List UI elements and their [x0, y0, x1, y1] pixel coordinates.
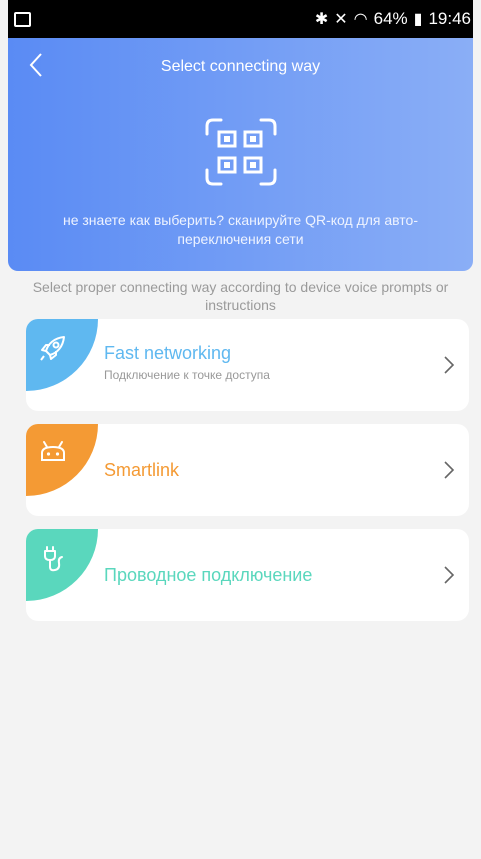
option-smartlink[interactable]: Smartlink [26, 424, 469, 516]
robot-icon [41, 441, 65, 461]
battery-icon: ▮ [413, 11, 423, 28]
bluetooth-icon: ✱ [314, 11, 329, 28]
wifi-icon: ◠ [353, 11, 368, 28]
plug-icon [44, 546, 63, 572]
battery-percent: 64% [373, 9, 408, 28]
qr-hint-text: не знаете как выберить? сканируйте QR-ко… [62, 212, 419, 247]
mute-icon: ✕ [334, 11, 348, 28]
option-icon-badge [26, 424, 98, 496]
qr-scan-icon[interactable] [203, 116, 279, 188]
chevron-right-icon [444, 356, 455, 374]
rocket-icon [40, 336, 65, 361]
option-title: Проводное подключение [104, 565, 313, 585]
page-title: Select connecting way [160, 58, 321, 75]
header-panel: Select connecting way не знаете как выбе… [8, 38, 473, 271]
option-subtitle: Подключение к точке доступа [104, 368, 270, 382]
option-fast-networking[interactable]: Fast networking Подключение к точке дост… [26, 319, 469, 411]
option-icon-badge [26, 529, 98, 601]
option-title: Smartlink [104, 460, 180, 480]
clock: 19:46 [428, 9, 471, 28]
option-wired-connection[interactable]: Проводное подключение [26, 529, 469, 621]
gallery-notification-icon [14, 11, 31, 27]
status-bar: ✱ ✕ ◠ 64% ▮ 19:46 [8, 0, 473, 38]
chevron-right-icon [444, 566, 455, 584]
option-title: Fast networking [104, 343, 232, 363]
chevron-right-icon [444, 461, 455, 479]
option-icon-badge [26, 319, 98, 391]
instructions-text: Select proper connecting way according t… [32, 279, 449, 313]
